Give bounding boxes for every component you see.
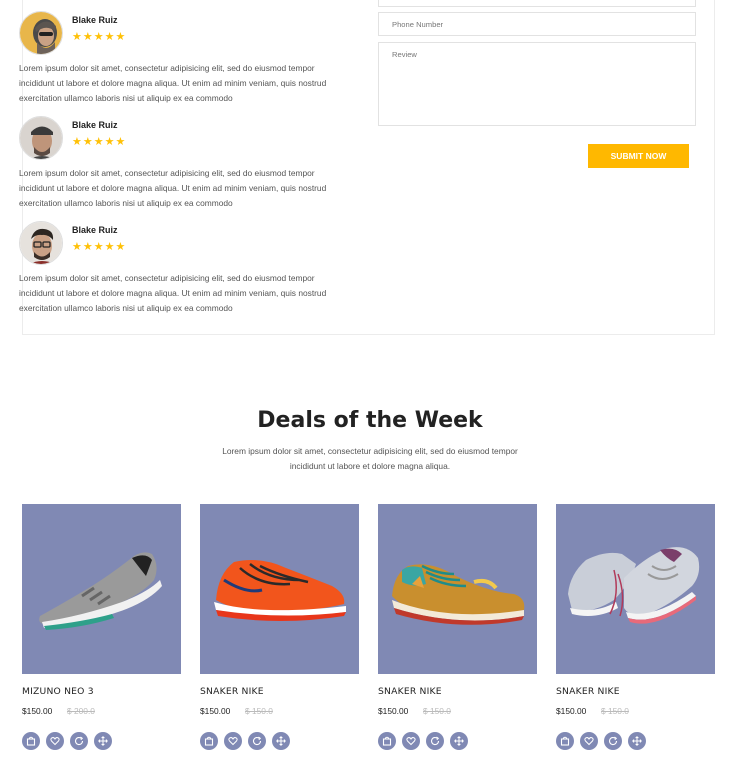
phone-number-field[interactable]: Phone Number <box>378 12 696 36</box>
product-card[interactable]: SNAKER NIKE $150.00 $ 150.0 <box>378 504 537 750</box>
product-actions <box>556 732 646 750</box>
reviewer-avatar <box>19 116 63 160</box>
submit-button[interactable]: SUBMIT NOW <box>588 144 689 168</box>
rating-stars: ★★★★★ <box>72 136 127 148</box>
heart-icon <box>228 737 238 746</box>
quick-view-button[interactable] <box>628 732 646 750</box>
product-actions <box>22 732 112 750</box>
reviewer-name: Blake Ruiz <box>72 120 118 130</box>
add-to-cart-button[interactable] <box>556 732 574 750</box>
refresh-icon <box>75 736 84 746</box>
product-image[interactable] <box>22 504 181 674</box>
heart-icon <box>50 737 60 746</box>
rating-stars: ★★★★★ <box>72 31 127 43</box>
bag-icon <box>560 736 570 746</box>
review-placeholder: Review <box>392 50 417 59</box>
previous-field[interactable] <box>378 0 696 7</box>
product-card[interactable]: SNAKER NIKE $150.00 $ 150.0 <box>200 504 359 750</box>
review-text: Lorem ipsum dolor sit amet, consectetur … <box>19 63 327 104</box>
product-actions <box>200 732 290 750</box>
wishlist-button[interactable] <box>580 732 598 750</box>
wishlist-button[interactable] <box>46 732 64 750</box>
product-old-price: $ 150.0 <box>423 706 451 716</box>
bag-icon <box>204 736 214 746</box>
expand-icon <box>632 736 642 746</box>
product-image[interactable] <box>556 504 715 674</box>
bag-icon <box>26 736 36 746</box>
product-card[interactable]: MIZUNO NEO 3 $150.00 $ 200.0 <box>22 504 181 750</box>
quick-view-button[interactable] <box>272 732 290 750</box>
heart-icon <box>584 737 594 746</box>
reviewer-name: Blake Ruiz <box>72 225 118 235</box>
add-to-cart-button[interactable] <box>22 732 40 750</box>
compare-button[interactable] <box>426 732 444 750</box>
product-price: $150.00 <box>378 706 409 716</box>
phone-placeholder: Phone Number <box>392 20 444 29</box>
product-price: $150.00 <box>556 706 587 716</box>
product-old-price: $ 150.0 <box>245 706 273 716</box>
product-old-price: $ 200.0 <box>67 706 95 716</box>
product-name[interactable]: SNAKER NIKE <box>200 686 264 697</box>
product-name[interactable]: SNAKER NIKE <box>556 686 620 697</box>
product-actions <box>378 732 468 750</box>
review-text: Lorem ipsum dolor sit amet, consectetur … <box>19 273 327 314</box>
refresh-icon <box>431 736 440 746</box>
product-name[interactable]: MIZUNO NEO 3 <box>22 686 94 697</box>
refresh-icon <box>253 736 262 746</box>
product-image[interactable] <box>378 504 537 674</box>
product-old-price: $ 150.0 <box>601 706 629 716</box>
add-to-cart-button[interactable] <box>378 732 396 750</box>
compare-button[interactable] <box>70 732 88 750</box>
wishlist-button[interactable] <box>224 732 242 750</box>
review-textarea[interactable]: Review <box>378 42 696 126</box>
section-title: Deals of the Week <box>257 408 483 433</box>
compare-button[interactable] <box>604 732 622 750</box>
add-to-cart-button[interactable] <box>200 732 218 750</box>
refresh-icon <box>609 736 618 746</box>
product-card[interactable]: SNAKER NIKE $150.00 $ 150.0 <box>556 504 715 750</box>
quick-view-button[interactable] <box>94 732 112 750</box>
reviewer-avatar <box>19 11 63 55</box>
review-text: Lorem ipsum dolor sit amet, consectetur … <box>19 168 327 209</box>
bag-icon <box>382 736 392 746</box>
expand-icon <box>454 736 464 746</box>
product-name[interactable]: SNAKER NIKE <box>378 686 442 697</box>
reviewer-avatar <box>19 221 63 265</box>
quick-view-button[interactable] <box>450 732 468 750</box>
product-image[interactable] <box>200 504 359 674</box>
heart-icon <box>406 737 416 746</box>
product-price: $150.00 <box>22 706 53 716</box>
rating-stars: ★★★★★ <box>72 241 127 253</box>
wishlist-button[interactable] <box>402 732 420 750</box>
section-subtitle: Lorem ipsum dolor sit amet, consectetur … <box>222 446 518 471</box>
expand-icon <box>98 736 108 746</box>
compare-button[interactable] <box>248 732 266 750</box>
product-price: $150.00 <box>200 706 231 716</box>
reviewer-name: Blake Ruiz <box>72 15 118 25</box>
expand-icon <box>276 736 286 746</box>
